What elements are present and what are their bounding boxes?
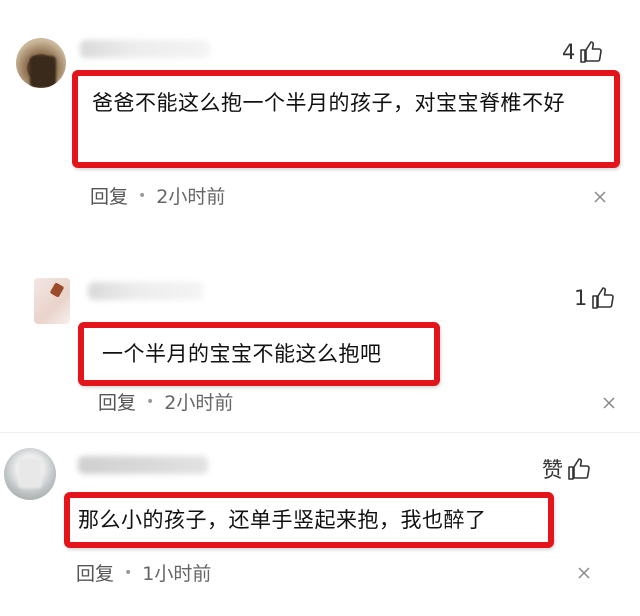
comment-meta: 回复 • 2小时前 (90, 182, 225, 209)
comment-text: 那么小的孩子，还单手竖起来抱，我也醉了 (78, 508, 487, 532)
thumbs-up-icon[interactable] (591, 286, 615, 310)
comment-meta: 回复 • 2小时前 (98, 388, 233, 415)
highlighted-comment-box: 爸爸不能这么抱一个半月的孩子，对宝宝脊椎不好 (72, 70, 620, 168)
reply-button[interactable]: 回复 (76, 559, 114, 586)
close-icon[interactable] (578, 567, 590, 579)
separator-dot: • (138, 187, 147, 204)
username-obscured (88, 282, 203, 300)
thumbs-up-icon[interactable] (567, 457, 591, 481)
highlighted-comment-box: 那么小的孩子，还单手竖起来抱，我也醉了 (64, 492, 554, 548)
timestamp: 2小时前 (164, 392, 234, 414)
comment-1: 4 爸爸不能这么抱一个半月的孩子，对宝宝脊椎不好 回复 • 2小时前 (0, 0, 640, 220)
username-obscured (80, 40, 210, 58)
reply-button[interactable]: 回复 (98, 388, 136, 415)
close-icon[interactable] (603, 397, 615, 409)
comment-text: 爸爸不能这么抱一个半月的孩子，对宝宝脊椎不好 (92, 91, 565, 115)
comment-meta: 回复 • 1小时前 (76, 559, 211, 586)
highlighted-comment-box: 一个半月的宝宝不能这么抱吧 (78, 322, 440, 386)
like-count: 1 (574, 286, 588, 310)
comment-3: 赞 那么小的孩子，还单手竖起来抱，我也醉了 回复 • 1小时前 (0, 436, 640, 616)
avatar[interactable] (4, 448, 56, 500)
avatar[interactable] (34, 278, 70, 324)
like-count: 4 (562, 40, 576, 64)
avatar[interactable] (16, 38, 66, 88)
like-control[interactable]: 4 (562, 40, 603, 64)
timestamp: 2小时前 (156, 186, 226, 208)
like-control[interactable]: 赞 (542, 454, 591, 484)
separator-dot: • (124, 564, 133, 581)
username-obscured (78, 456, 208, 474)
close-icon[interactable] (594, 191, 606, 203)
reply-button[interactable]: 回复 (90, 182, 128, 209)
comment-2: 1 一个半月的宝宝不能这么抱吧 回复 • 2小时前 (0, 220, 640, 430)
divider (0, 432, 640, 433)
thumbs-up-icon[interactable] (579, 40, 603, 64)
like-label: 赞 (542, 458, 563, 482)
timestamp: 1小时前 (142, 563, 212, 585)
comment-text: 一个半月的宝宝不能这么抱吧 (102, 342, 382, 366)
separator-dot: • (146, 393, 155, 410)
like-control[interactable]: 1 (574, 286, 615, 310)
